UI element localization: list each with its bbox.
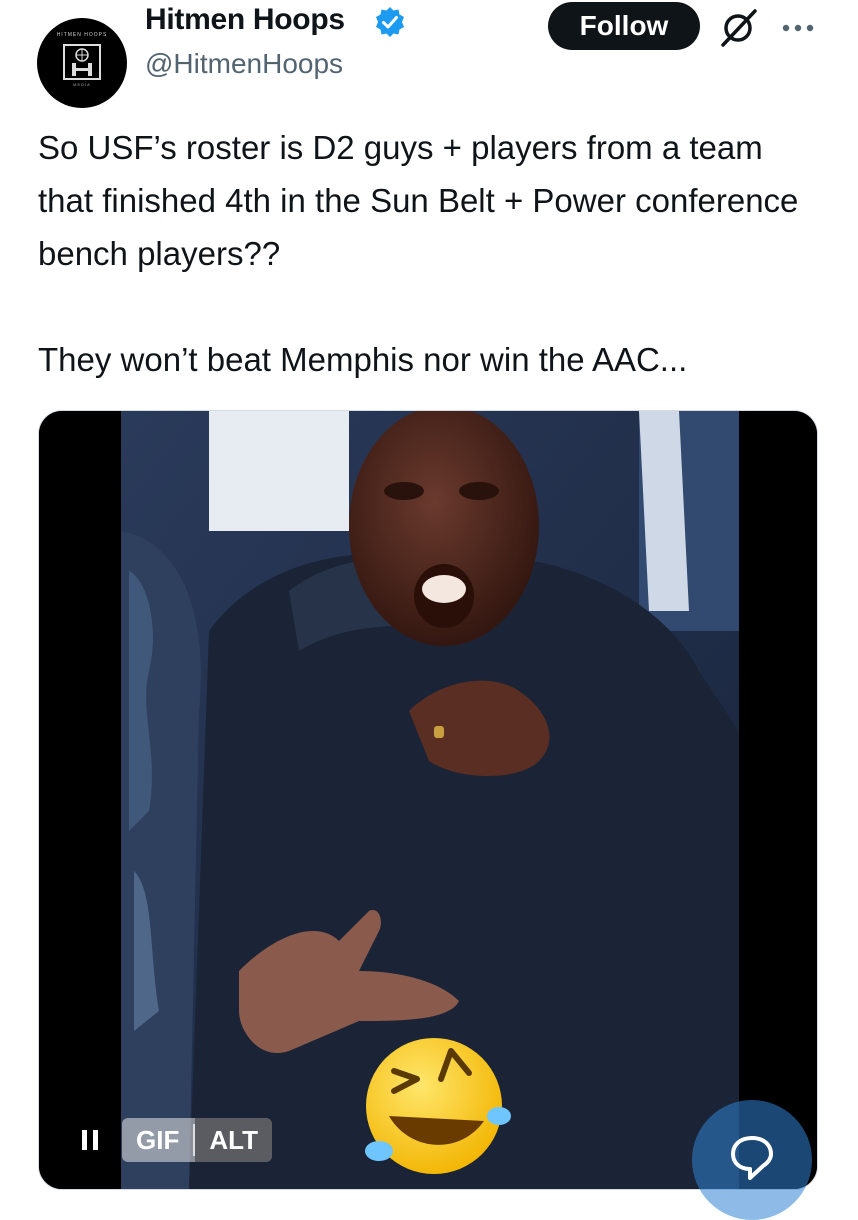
tweet-paragraph: They won’t beat Memphis nor win the AAC.…	[38, 341, 688, 378]
pause-icon[interactable]	[80, 1128, 100, 1152]
reply-fab[interactable]	[692, 1100, 812, 1220]
avatar[interactable]: HITMEN HOOPS MEDIA	[37, 18, 127, 108]
avatar-brand-subtext: MEDIA	[73, 82, 91, 87]
hitmen-hoops-logo-icon	[63, 44, 101, 80]
user-handle[interactable]: @HitmenHoops	[145, 48, 343, 80]
grok-icon[interactable]	[718, 8, 758, 48]
verified-badge-icon	[376, 7, 404, 37]
tweet-paragraph: So USF’s roster is D2 guys + players fro…	[38, 129, 799, 272]
gif-alt-badge: GIF ALT	[122, 1118, 272, 1162]
gif-label: GIF	[136, 1125, 180, 1155]
tweet-text: So USF’s roster is D2 guys + players fro…	[38, 121, 818, 386]
more-options-icon[interactable]	[778, 16, 818, 40]
alt-text-button[interactable]: ALT	[195, 1118, 272, 1162]
gif-media[interactable]	[38, 410, 818, 1190]
avatar-brand-text: HITMEN HOOPS	[56, 32, 108, 38]
follow-button[interactable]: Follow	[548, 2, 700, 50]
gif-frame	[39, 411, 817, 1189]
tweet-header: HITMEN HOOPS MEDIA Hitmen Hoops @HitmenH…	[0, 0, 858, 108]
display-name[interactable]: Hitmen Hoops	[145, 3, 345, 37]
reply-bubble-icon	[731, 1136, 773, 1180]
